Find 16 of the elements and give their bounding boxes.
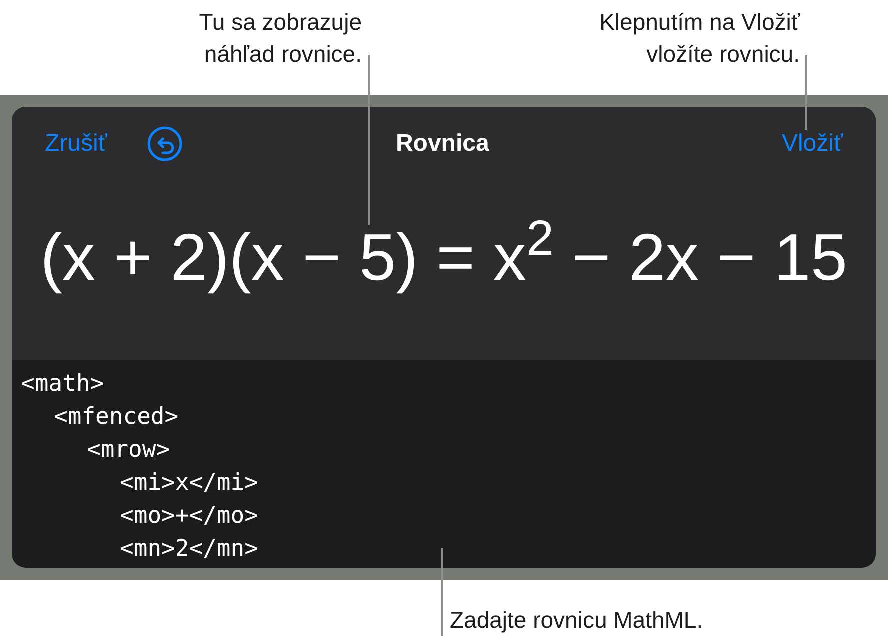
code-editor[interactable]: <math> <mfenced> <mrow> <mi>x</mi> <mo>+</mo> <mn>2</mn> — [12, 360, 876, 568]
insert-button[interactable]: Vložiť — [782, 126, 843, 162]
cancel-button[interactable]: Zrušiť — [45, 126, 108, 162]
equation-preview: (x + 2)(x − 5) = x$^{2}$ − 2x − 15 — [40, 210, 848, 296]
callout-text: Zadajte rovnicu MathML. — [450, 606, 704, 635]
undo-button[interactable] — [147, 126, 184, 162]
code-line: <math> — [21, 370, 106, 399]
callout-text: Tu sa zobrazuje náhľad rovnice. — [199, 8, 362, 69]
code-line: <mrow> — [86, 436, 172, 465]
undo-icon — [147, 126, 184, 162]
code-line: <mn>2</mn> — [119, 535, 260, 564]
dialog-title: Rovnica — [396, 129, 490, 159]
callout-text: Klepnutím na Vložiť vložíte rovnicu. — [600, 8, 800, 69]
code-line: <mfenced> — [53, 403, 180, 432]
code-line: <mo>+</mo> — [119, 502, 260, 531]
code-line: <mi>x</mi> — [119, 469, 260, 498]
